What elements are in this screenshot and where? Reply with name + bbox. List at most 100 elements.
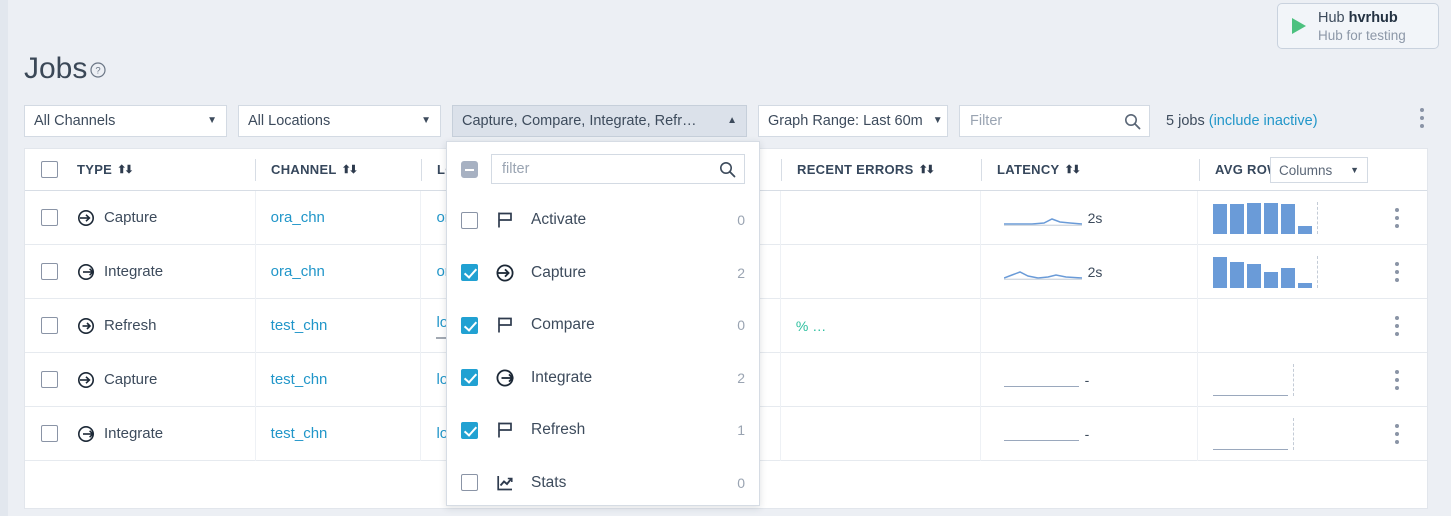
channel-link[interactable]: ora_chn: [271, 263, 325, 280]
header-channel-label: CHANNEL: [271, 162, 337, 177]
header-type[interactable]: TYPE ⬆⬇: [77, 149, 255, 191]
row-checkbox[interactable]: [41, 263, 58, 280]
row-menu-cell: [1367, 299, 1427, 353]
page-title: Jobs: [24, 52, 88, 85]
row-select-cell: [25, 191, 77, 245]
dropdown-item-label: Stats: [531, 473, 567, 491]
row-latency-value: -: [1084, 371, 1090, 388]
row-errors-value: % …: [795, 317, 827, 334]
job-types-dropdown: Activate 0 Capture 2 Compare 0 Integrate…: [446, 141, 760, 506]
dropdown-filter-input[interactable]: [500, 160, 719, 178]
avg-rows-bar-chart: [1213, 255, 1319, 288]
channel-link[interactable]: test_chn: [271, 317, 328, 334]
hub-badge[interactable]: Hub hvrhub Hub for testing: [1277, 3, 1439, 49]
job-types-select[interactable]: Capture, Compare, Integrate, Refr… ▲: [452, 105, 747, 137]
toolbar-overflow-menu[interactable]: [1420, 108, 1424, 128]
row-checkbox[interactable]: [41, 425, 58, 442]
dropdown-item-count: 2: [737, 369, 745, 386]
row-type-label: Capture: [103, 209, 158, 226]
channel-link[interactable]: ora_chn: [271, 209, 325, 226]
dropdown-item-count: 0: [737, 474, 745, 491]
row-select-cell: [25, 299, 77, 353]
job-types-select-value: Capture, Compare, Integrate, Refr…: [462, 113, 697, 129]
row-checkbox[interactable]: [41, 317, 58, 334]
row-type-label: Integrate: [103, 425, 164, 442]
capture-arrow-icon: [77, 209, 95, 227]
dropdown-item-count: 0: [737, 317, 745, 334]
help-circle-icon[interactable]: ?: [90, 62, 106, 78]
row-checkbox[interactable]: [41, 209, 58, 226]
locations-select-value: All Locations: [248, 113, 331, 129]
select-all-checkbox[interactable]: [41, 161, 58, 178]
dropdown-filter-box[interactable]: [491, 154, 745, 184]
row-type-cell: Integrate: [77, 245, 255, 299]
row-avgrows-cell: [1197, 352, 1367, 407]
header-recent-errors[interactable]: RECENT ERRORS ⬆⬇: [781, 149, 981, 191]
row-overflow-menu[interactable]: [1395, 369, 1400, 390]
flag-icon: [492, 315, 518, 335]
columns-button[interactable]: Columns ▼: [1270, 157, 1368, 183]
search-icon[interactable]: [719, 161, 736, 178]
filter-input[interactable]: [968, 112, 1124, 130]
dropdown-item-label: Compare: [531, 316, 595, 334]
row-overflow-menu[interactable]: [1395, 423, 1400, 444]
channel-link[interactable]: test_chn: [271, 371, 328, 388]
channel-link[interactable]: test_chn: [271, 425, 328, 442]
row-menu-cell: [1367, 245, 1427, 299]
chevron-down-icon: ▼: [207, 115, 217, 126]
dropdown-item-integrate[interactable]: Integrate 2: [447, 352, 759, 405]
dropdown-item-label: Refresh: [531, 421, 586, 439]
channels-select[interactable]: All Channels ▼: [24, 105, 227, 137]
sort-icon[interactable]: ⬆⬇: [1065, 163, 1082, 176]
locations-select[interactable]: All Locations ▼: [238, 105, 441, 137]
row-checkbox[interactable]: [41, 371, 58, 388]
dropdown-item-count: 0: [737, 212, 745, 229]
row-overflow-menu[interactable]: [1395, 315, 1400, 336]
dropdown-item-checkbox[interactable]: [461, 369, 478, 387]
dropdown-item-compare[interactable]: Compare 0: [447, 299, 759, 352]
dropdown-item-checkbox[interactable]: [461, 316, 478, 334]
chevron-down-icon: ▼: [932, 115, 943, 126]
dropdown-item-checkbox[interactable]: [461, 474, 478, 492]
dropdown-item-stats[interactable]: Stats 0: [447, 457, 759, 510]
dropdown-item-capture[interactable]: Capture 2: [447, 247, 759, 300]
dropdown-search-row: [447, 142, 759, 194]
chevron-up-icon: ▲: [727, 115, 737, 126]
search-icon[interactable]: [1124, 113, 1141, 130]
hub-name-line: Hub hvrhub: [1318, 10, 1398, 26]
chevron-down-icon: ▼: [1350, 165, 1359, 175]
row-select-cell: [25, 353, 77, 407]
filter-search-box[interactable]: [959, 105, 1150, 137]
row-type-label: Refresh: [103, 317, 157, 334]
latency-sparkline: [1003, 208, 1082, 228]
include-inactive-link[interactable]: (include inactive): [1209, 113, 1318, 129]
dropdown-item-refresh[interactable]: Refresh 1: [447, 404, 759, 457]
header-latency[interactable]: LATENCY ⬆⬇: [981, 149, 1199, 191]
dropdown-item-activate[interactable]: Activate 0: [447, 194, 759, 247]
row-overflow-menu[interactable]: [1395, 207, 1400, 228]
sort-icon[interactable]: ⬆⬇: [117, 163, 134, 176]
row-channel-cell: test_chn: [254, 406, 421, 461]
dropdown-item-checkbox[interactable]: [461, 264, 478, 282]
row-channel-cell: ora_chn: [254, 244, 421, 299]
row-type-cell: Capture: [77, 191, 255, 245]
filters-toolbar: All Channels ▼ All Locations ▼ Capture, …: [24, 105, 1318, 137]
hub-label: Hub: [1318, 9, 1349, 26]
hub-name: hvrhub: [1348, 9, 1398, 26]
row-type-label: Integrate: [103, 263, 164, 280]
play-icon: [1288, 16, 1310, 36]
row-overflow-menu[interactable]: [1395, 261, 1400, 282]
flag-icon: [492, 420, 518, 440]
dropdown-item-count: 1: [737, 422, 745, 439]
sort-icon[interactable]: ⬆⬇: [342, 163, 359, 176]
svg-text:?: ?: [95, 66, 100, 77]
header-channel[interactable]: CHANNEL ⬆⬇: [255, 149, 421, 191]
refresh-arrow-icon: [77, 317, 95, 335]
sort-icon[interactable]: ⬆⬇: [919, 163, 936, 176]
dropdown-item-checkbox[interactable]: [461, 211, 478, 229]
graph-range-select[interactable]: Graph Range: Last 60m ▼: [758, 105, 948, 137]
row-latency-cell: 2s: [979, 244, 1198, 299]
dropdown-item-checkbox[interactable]: [461, 421, 478, 439]
row-type-cell: Refresh: [77, 299, 255, 353]
select-all-checkbox[interactable]: [461, 160, 478, 178]
